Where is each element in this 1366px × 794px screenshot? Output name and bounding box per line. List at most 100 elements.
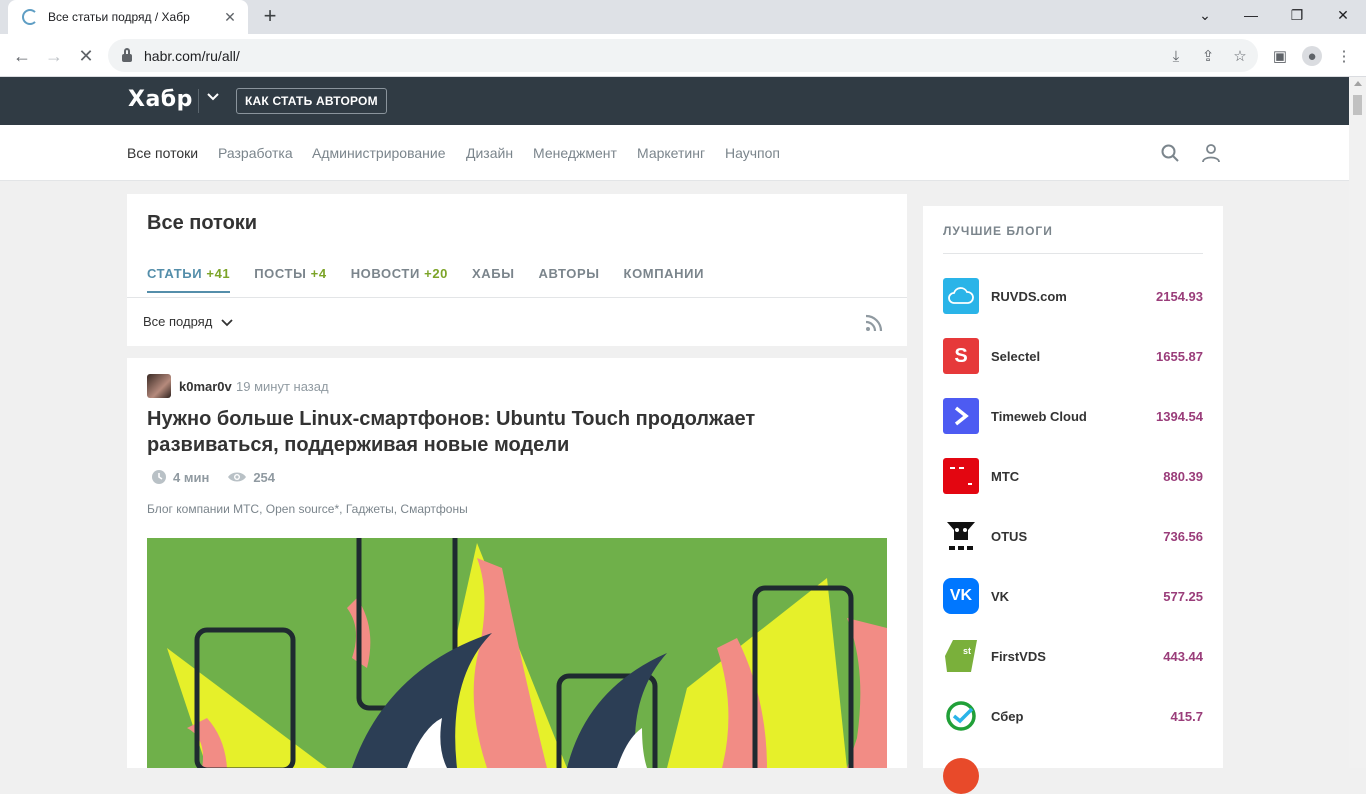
restore-button[interactable]: ❐ bbox=[1274, 0, 1320, 30]
sber-logo-icon bbox=[943, 698, 979, 734]
install-app-icon[interactable]: ⤓ bbox=[1166, 46, 1186, 66]
profile-avatar-icon[interactable]: ● bbox=[1302, 46, 1322, 66]
article-cover-image[interactable] bbox=[147, 538, 887, 768]
address-bar[interactable]: habr.com/ru/all/ bbox=[108, 39, 1258, 72]
nav-item-marketing[interactable]: Маркетинг bbox=[637, 145, 705, 161]
close-tab-icon[interactable]: ✕ bbox=[222, 9, 238, 26]
filter-dropdown[interactable]: Все подряд bbox=[143, 314, 234, 329]
flow-tabs: СТАТЬИ +41 ПОСТЫ +4 НОВОСТИ +20 ХАБЫ АВТ… bbox=[147, 266, 728, 293]
blog-score: 880.39 bbox=[1163, 468, 1203, 484]
header-divider bbox=[198, 89, 199, 113]
side-panel-icon[interactable]: ▣ bbox=[1270, 46, 1290, 66]
author-name[interactable]: k0mar0v bbox=[179, 379, 232, 394]
article-card: k0mar0v 19 минут назад Нужно больше Linu… bbox=[127, 358, 907, 768]
scroll-up-arrow-icon[interactable] bbox=[1354, 81, 1362, 86]
blog-score: 736.56 bbox=[1163, 528, 1203, 544]
blog-item[interactable]: S Selectel 1655.87 bbox=[943, 338, 1203, 374]
blog-name: Timeweb Cloud bbox=[991, 408, 1087, 424]
ruvds-logo-icon bbox=[943, 278, 979, 314]
nav-item-management[interactable]: Менеджмент bbox=[533, 145, 617, 161]
flows-nav: Все потоки Разработка Администрирование … bbox=[0, 125, 1349, 181]
become-author-button[interactable]: КАК СТАТЬ АВТОРОМ bbox=[236, 88, 387, 114]
bookmark-star-icon[interactable]: ☆ bbox=[1230, 46, 1250, 66]
page-scrollbar[interactable] bbox=[1349, 77, 1366, 768]
lock-icon bbox=[122, 47, 132, 62]
best-blogs-heading: ЛУЧШИЕ БЛОГИ bbox=[943, 224, 1053, 238]
forward-arrow-icon[interactable]: → bbox=[42, 44, 66, 68]
search-icon[interactable] bbox=[1161, 144, 1179, 162]
blog-item[interactable]: st FirstVDS 443.44 bbox=[943, 638, 1203, 674]
tab-authors[interactable]: АВТОРЫ bbox=[539, 266, 600, 293]
nav-item-admin[interactable]: Администрирование bbox=[312, 145, 446, 161]
clock-icon bbox=[152, 470, 166, 484]
nav-item-design[interactable]: Дизайн bbox=[466, 145, 513, 161]
browser-toolbar: ← → ✕ habr.com/ru/all/ ⤓ ⇪ ☆ ▣ ● ⋮ bbox=[0, 34, 1366, 77]
blog-score: 443.44 bbox=[1163, 648, 1203, 664]
view-count: 254 bbox=[253, 469, 276, 485]
scroll-thumb[interactable] bbox=[1353, 95, 1362, 115]
nav-item-popsci[interactable]: Научпоп bbox=[725, 145, 780, 161]
blog-item[interactable]: Timeweb Cloud 1394.54 bbox=[943, 398, 1203, 434]
share-icon[interactable]: ⇪ bbox=[1198, 46, 1218, 66]
user-icon[interactable] bbox=[1201, 143, 1221, 163]
timeweb-logo-icon bbox=[943, 398, 979, 434]
habr-logo[interactable]: Хабр bbox=[128, 87, 193, 112]
stop-loading-icon[interactable]: ✕ bbox=[74, 44, 98, 68]
blog-name: VK bbox=[991, 588, 1010, 604]
chevron-down-icon[interactable] bbox=[206, 89, 220, 106]
tab-title: Все статьи подряд / Хабр bbox=[48, 10, 190, 24]
blog-item[interactable]: МТС 880.39 bbox=[943, 458, 1203, 494]
divider bbox=[943, 253, 1203, 254]
browser-tabstrip: Все статьи подряд / Хабр ✕ + ⌄ — ❐ ✕ bbox=[0, 0, 1366, 34]
url-text: habr.com/ru/all/ bbox=[144, 47, 240, 64]
tab-hubs[interactable]: ХАБЫ bbox=[472, 266, 515, 293]
back-arrow-icon[interactable]: ← bbox=[10, 44, 34, 68]
blog-score: 1655.87 bbox=[1156, 348, 1203, 364]
vk-logo-icon: VK bbox=[943, 578, 979, 614]
blog-name: FirstVDS bbox=[991, 648, 1046, 664]
blog-score: 2154.93 bbox=[1156, 288, 1203, 304]
loading-icon bbox=[22, 9, 38, 25]
tab-articles[interactable]: СТАТЬИ +41 bbox=[147, 266, 231, 293]
site-header: Хабр КАК СТАТЬ АВТОРОМ bbox=[0, 77, 1349, 125]
publish-time: 19 минут назад bbox=[236, 379, 329, 394]
page-title: Все потоки bbox=[147, 212, 258, 234]
firstvds-logo-icon: st bbox=[943, 638, 979, 674]
browser-tab[interactable]: Все статьи подряд / Хабр ✕ bbox=[8, 0, 248, 34]
filter-label: Все подряд bbox=[143, 314, 213, 329]
blog-name: МТС bbox=[991, 468, 1020, 484]
tab-search-icon[interactable]: ⌄ bbox=[1182, 0, 1228, 30]
rss-icon[interactable] bbox=[865, 314, 883, 332]
mts-logo-icon bbox=[943, 458, 979, 494]
blog-score: 415.7 bbox=[1170, 708, 1203, 724]
blog-name: Сбер bbox=[991, 708, 1024, 724]
best-blogs-panel: ЛУЧШИЕ БЛОГИ RUVDS.com 2154.93 S Selecte… bbox=[923, 206, 1223, 794]
tab-companies[interactable]: КОМПАНИИ bbox=[624, 266, 704, 293]
chevron-down-icon bbox=[221, 318, 233, 326]
nav-item-all[interactable]: Все потоки bbox=[127, 145, 198, 161]
tab-posts[interactable]: ПОСТЫ +4 bbox=[254, 266, 326, 293]
avatar[interactable] bbox=[147, 374, 171, 398]
eye-icon bbox=[228, 472, 247, 482]
new-tab-button[interactable]: + bbox=[258, 5, 282, 29]
minimize-button[interactable]: — bbox=[1228, 0, 1274, 30]
blog-name: OTUS bbox=[991, 528, 1028, 544]
blog-name: RUVDS.com bbox=[991, 288, 1067, 304]
blog-item[interactable]: OTUS 736.56 bbox=[943, 518, 1203, 554]
menu-kebab-icon[interactable]: ⋮ bbox=[1334, 46, 1354, 66]
blog-logo-icon[interactable] bbox=[943, 758, 979, 794]
article-hubs[interactable]: Блог компании МТС, Open source*, Гаджеты… bbox=[147, 502, 468, 516]
tab-news[interactable]: НОВОСТИ +20 bbox=[351, 266, 448, 293]
blog-item[interactable]: VK VK 577.25 bbox=[943, 578, 1203, 614]
nav-item-develop[interactable]: Разработка bbox=[218, 145, 293, 161]
selectel-logo-icon: S bbox=[943, 338, 979, 374]
close-window-button[interactable]: ✕ bbox=[1320, 0, 1366, 30]
divider bbox=[127, 297, 907, 298]
blog-item[interactable]: RUVDS.com 2154.93 bbox=[943, 278, 1203, 314]
reading-time: 4 мин bbox=[173, 469, 210, 485]
flows-panel: Все потоки СТАТЬИ +41 ПОСТЫ +4 НОВОСТИ +… bbox=[127, 194, 907, 346]
article-stats: 4 мин 254 bbox=[151, 469, 275, 485]
blog-score: 577.25 bbox=[1163, 588, 1203, 604]
blog-item[interactable]: Сбер 415.7 bbox=[943, 698, 1203, 734]
article-title[interactable]: Нужно больше Linux-смартфонов: Ubuntu To… bbox=[147, 406, 887, 458]
